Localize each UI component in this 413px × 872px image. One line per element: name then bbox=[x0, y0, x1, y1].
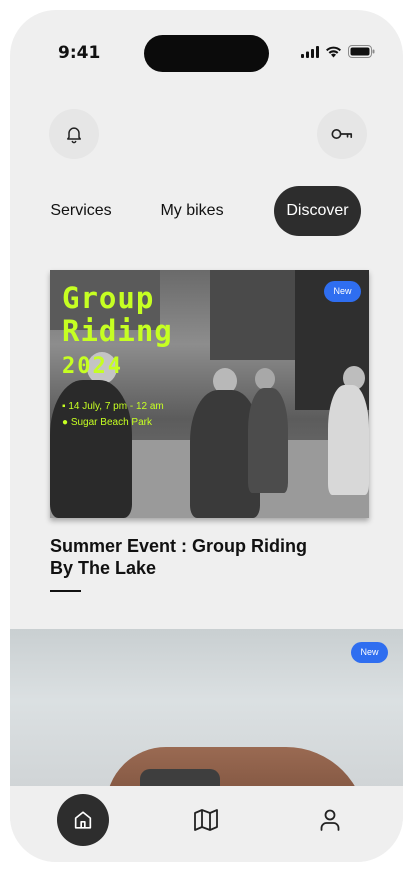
tab-bar: Services My bikes Discover bbox=[10, 186, 403, 236]
nav-home-button[interactable] bbox=[57, 794, 109, 846]
tab-services[interactable]: Services bbox=[40, 186, 122, 236]
rider-figure bbox=[248, 388, 288, 493]
rider-head bbox=[255, 368, 275, 390]
key-icon bbox=[331, 129, 353, 139]
signal-icon bbox=[301, 45, 319, 58]
battery-icon bbox=[348, 45, 375, 58]
poster-title-line2: Riding bbox=[62, 314, 173, 348]
profile-icon bbox=[320, 809, 340, 831]
wifi-icon bbox=[326, 46, 341, 57]
poster-year: 2024 bbox=[62, 354, 123, 379]
nav-profile-button[interactable] bbox=[316, 806, 344, 834]
home-icon bbox=[74, 811, 92, 829]
title-divider bbox=[50, 590, 81, 592]
second-event-image[interactable]: New bbox=[10, 629, 403, 789]
status-time: 9:41 bbox=[58, 43, 101, 63]
map-icon bbox=[194, 809, 218, 831]
phone-screen: 9:41 Services My bikes Discover Group Ri… bbox=[10, 10, 403, 862]
event-image[interactable]: Group Riding 2024 ▪ 14 July, 7 pm - 12 a… bbox=[50, 270, 369, 518]
bell-icon bbox=[67, 127, 81, 144]
pin-icon: ● bbox=[62, 417, 71, 428]
new-badge: New bbox=[324, 281, 361, 302]
poster-title-line1: Group bbox=[62, 281, 155, 315]
notifications-button[interactable] bbox=[49, 109, 99, 159]
poster-title: Group Riding bbox=[62, 282, 173, 348]
status-icons bbox=[301, 45, 375, 58]
dynamic-island bbox=[144, 35, 269, 72]
tab-my-bikes[interactable]: My bikes bbox=[150, 186, 234, 236]
event-title[interactable]: Summer Event : Group Riding By The Lake bbox=[50, 535, 330, 579]
poster-date: ▪ 14 July, 7 pm - 12 am bbox=[62, 401, 164, 412]
rider-figure bbox=[328, 385, 369, 495]
tab-discover[interactable]: Discover bbox=[274, 186, 361, 236]
poster-location: ● Sugar Beach Park bbox=[62, 417, 152, 428]
bottom-navigation bbox=[10, 786, 403, 862]
nav-map-button[interactable] bbox=[192, 806, 220, 834]
key-button[interactable] bbox=[317, 109, 367, 159]
new-badge: New bbox=[351, 642, 388, 663]
